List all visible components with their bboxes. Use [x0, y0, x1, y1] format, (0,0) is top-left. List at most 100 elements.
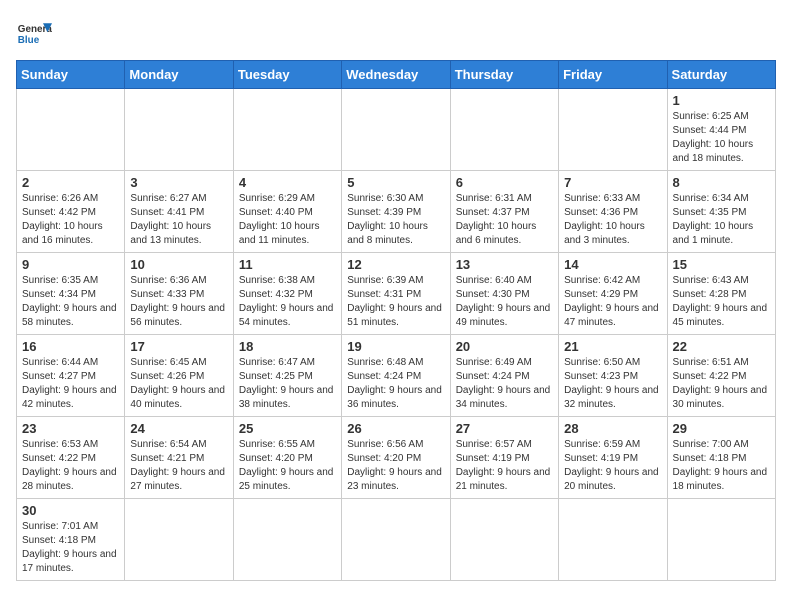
calendar-cell: 1 Sunrise: 6:25 AM Sunset: 4:44 PM Daylig… — [667, 89, 775, 171]
calendar-cell — [125, 499, 233, 581]
day-number: 22 — [673, 339, 770, 354]
day-info: Sunrise: 6:31 AM Sunset: 4:37 PM Dayligh… — [456, 192, 553, 248]
calendar-cell: 17Sunrise: 6:45 AM Sunset: 4:26 PM Dayli… — [125, 335, 233, 417]
calendar-cell: 2Sunrise: 6:26 AM Sunset: 4:42 PM Daylig… — [17, 171, 125, 253]
calendar-cell — [17, 89, 125, 171]
calendar-cell — [559, 499, 667, 581]
day-number: 15 — [673, 257, 770, 272]
week-row-1: 1 Sunrise: 6:25 AM Sunset: 4:44 PM Daylig… — [17, 89, 776, 171]
weekday-header-row: SundayMondayTuesdayWednesdayThursdayFrid… — [17, 61, 776, 89]
day-info: Sunrise: 6:33 AM Sunset: 4:36 PM Dayligh… — [564, 192, 661, 248]
day-info: Sunrise: 6:44 AM Sunset: 4:27 PM Dayligh… — [22, 356, 119, 412]
day-info: Sunrise: 6:51 AM Sunset: 4:22 PM Dayligh… — [673, 356, 770, 412]
calendar-cell: 20 Sunrise: 6:49 AM Sunset: 4:24 PM Dayli… — [450, 335, 558, 417]
day-info: Sunrise: 6:25 AM Sunset: 4:44 PM Dayligh… — [673, 110, 770, 166]
day-number: 6 — [456, 175, 553, 190]
calendar-cell: 18 Sunrise: 6:47 AM Sunset: 4:25 PM Dayli… — [233, 335, 341, 417]
day-info: Sunrise: 6:59 AM Sunset: 4:19 PM Dayligh… — [564, 438, 661, 494]
calendar-cell — [233, 499, 341, 581]
day-number: 17 — [130, 339, 227, 354]
day-info: Sunrise: 6:49 AM Sunset: 4:24 PM Dayligh… — [456, 356, 553, 412]
weekday-header-friday: Friday — [559, 61, 667, 89]
calendar-cell: 5 Sunrise: 6:30 AM Sunset: 4:39 PM Daylig… — [342, 171, 450, 253]
calendar-cell: 29 Sunrise: 7:00 AM Sunset: 4:18 PM Dayli… — [667, 417, 775, 499]
calendar-cell — [342, 89, 450, 171]
calendar-cell — [233, 89, 341, 171]
day-number: 10 — [130, 257, 227, 272]
calendar-cell: 23 Sunrise: 6:53 AM Sunset: 4:22 PM Dayli… — [17, 417, 125, 499]
day-number: 18 — [239, 339, 336, 354]
week-row-6: 30 Sunrise: 7:01 AM Sunset: 4:18 PM Dayli… — [17, 499, 776, 581]
day-number: 28 — [564, 421, 661, 436]
calendar-cell: 30 Sunrise: 7:01 AM Sunset: 4:18 PM Dayli… — [17, 499, 125, 581]
header: General Blue — [16, 16, 776, 52]
day-number: 12 — [347, 257, 444, 272]
day-info: Sunrise: 6:53 AM Sunset: 4:22 PM Dayligh… — [22, 438, 119, 494]
day-number: 7 — [564, 175, 661, 190]
day-info: Sunrise: 6:29 AM Sunset: 4:40 PM Dayligh… — [239, 192, 336, 248]
day-info: Sunrise: 6:40 AM Sunset: 4:30 PM Dayligh… — [456, 274, 553, 330]
calendar-cell: 22 Sunrise: 6:51 AM Sunset: 4:22 PM Dayli… — [667, 335, 775, 417]
day-number: 30 — [22, 503, 119, 518]
calendar-cell — [559, 89, 667, 171]
calendar-cell: 27 Sunrise: 6:57 AM Sunset: 4:19 PM Dayli… — [450, 417, 558, 499]
day-number: 25 — [239, 421, 336, 436]
logo: General Blue — [16, 16, 52, 52]
weekday-header-saturday: Saturday — [667, 61, 775, 89]
day-number: 8 — [673, 175, 770, 190]
day-info: Sunrise: 7:00 AM Sunset: 4:18 PM Dayligh… — [673, 438, 770, 494]
calendar-cell — [342, 499, 450, 581]
day-info: Sunrise: 6:30 AM Sunset: 4:39 PM Dayligh… — [347, 192, 444, 248]
day-info: Sunrise: 6:36 AM Sunset: 4:33 PM Dayligh… — [130, 274, 227, 330]
day-info: Sunrise: 6:50 AM Sunset: 4:23 PM Dayligh… — [564, 356, 661, 412]
calendar-cell: 15 Sunrise: 6:43 AM Sunset: 4:28 PM Dayli… — [667, 253, 775, 335]
day-number: 20 — [456, 339, 553, 354]
day-number: 4 — [239, 175, 336, 190]
day-number: 29 — [673, 421, 770, 436]
day-info: Sunrise: 6:43 AM Sunset: 4:28 PM Dayligh… — [673, 274, 770, 330]
weekday-header-sunday: Sunday — [17, 61, 125, 89]
calendar-cell: 10 Sunrise: 6:36 AM Sunset: 4:33 PM Dayli… — [125, 253, 233, 335]
day-info: Sunrise: 6:42 AM Sunset: 4:29 PM Dayligh… — [564, 274, 661, 330]
calendar-cell: 25Sunrise: 6:55 AM Sunset: 4:20 PM Dayli… — [233, 417, 341, 499]
day-info: Sunrise: 6:38 AM Sunset: 4:32 PM Dayligh… — [239, 274, 336, 330]
svg-text:Blue: Blue — [18, 35, 40, 46]
day-number: 16 — [22, 339, 119, 354]
day-info: Sunrise: 6:56 AM Sunset: 4:20 PM Dayligh… — [347, 438, 444, 494]
calendar-cell: 9Sunrise: 6:35 AM Sunset: 4:34 PM Daylig… — [17, 253, 125, 335]
day-number: 13 — [456, 257, 553, 272]
weekday-header-monday: Monday — [125, 61, 233, 89]
calendar-cell: 16 Sunrise: 6:44 AM Sunset: 4:27 PM Dayli… — [17, 335, 125, 417]
day-info: Sunrise: 6:57 AM Sunset: 4:19 PM Dayligh… — [456, 438, 553, 494]
calendar-cell: 26 Sunrise: 6:56 AM Sunset: 4:20 PM Dayli… — [342, 417, 450, 499]
calendar-cell: 19Sunrise: 6:48 AM Sunset: 4:24 PM Dayli… — [342, 335, 450, 417]
calendar-cell — [450, 499, 558, 581]
day-number: 14 — [564, 257, 661, 272]
calendar-cell: 6 Sunrise: 6:31 AM Sunset: 4:37 PM Daylig… — [450, 171, 558, 253]
weekday-header-tuesday: Tuesday — [233, 61, 341, 89]
week-row-2: 2Sunrise: 6:26 AM Sunset: 4:42 PM Daylig… — [17, 171, 776, 253]
day-number: 19 — [347, 339, 444, 354]
weekday-header-thursday: Thursday — [450, 61, 558, 89]
day-number: 5 — [347, 175, 444, 190]
calendar-cell: 12Sunrise: 6:39 AM Sunset: 4:31 PM Dayli… — [342, 253, 450, 335]
day-info: Sunrise: 7:01 AM Sunset: 4:18 PM Dayligh… — [22, 520, 119, 576]
day-number: 3 — [130, 175, 227, 190]
logo-icon: General Blue — [16, 16, 52, 52]
day-number: 1 — [673, 93, 770, 108]
calendar-cell — [667, 499, 775, 581]
calendar-cell: 11Sunrise: 6:38 AM Sunset: 4:32 PM Dayli… — [233, 253, 341, 335]
calendar-cell: 8Sunrise: 6:34 AM Sunset: 4:35 PM Daylig… — [667, 171, 775, 253]
calendar-cell: 7 Sunrise: 6:33 AM Sunset: 4:36 PM Daylig… — [559, 171, 667, 253]
week-row-4: 16 Sunrise: 6:44 AM Sunset: 4:27 PM Dayli… — [17, 335, 776, 417]
day-info: Sunrise: 6:47 AM Sunset: 4:25 PM Dayligh… — [239, 356, 336, 412]
calendar-cell: 21 Sunrise: 6:50 AM Sunset: 4:23 PM Dayli… — [559, 335, 667, 417]
day-number: 26 — [347, 421, 444, 436]
calendar-cell: 4 Sunrise: 6:29 AM Sunset: 4:40 PM Daylig… — [233, 171, 341, 253]
calendar-cell — [450, 89, 558, 171]
day-number: 21 — [564, 339, 661, 354]
calendar-cell: 13 Sunrise: 6:40 AM Sunset: 4:30 PM Dayli… — [450, 253, 558, 335]
day-number: 27 — [456, 421, 553, 436]
day-number: 23 — [22, 421, 119, 436]
day-info: Sunrise: 6:27 AM Sunset: 4:41 PM Dayligh… — [130, 192, 227, 248]
